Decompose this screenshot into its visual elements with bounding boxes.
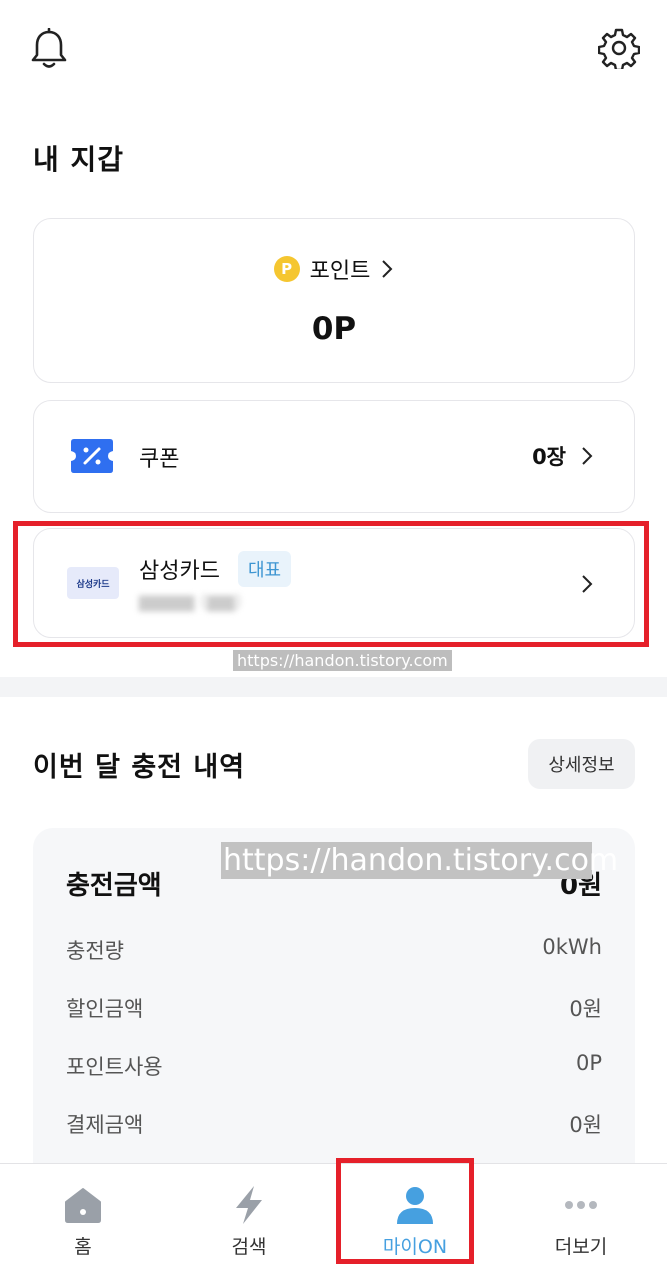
payment-card-item[interactable]: 삼성카드 삼성카드 대표 ▆▆▆▆ (▆▆)	[33, 528, 635, 638]
row-value: 0P	[575, 1051, 602, 1075]
row-label: 포인트사용	[66, 1055, 163, 1079]
section-divider	[0, 677, 667, 697]
charge-summary-panel: 충전금액 0원 충전량 0kWh 할인금액 0원 포인트사용 0P 결제금액 0…	[33, 828, 635, 1188]
gear-icon[interactable]	[598, 27, 640, 69]
chevron-right-icon	[582, 447, 593, 465]
nav-search[interactable]: 검색	[166, 1164, 332, 1277]
row-value: 0kWh	[542, 935, 602, 959]
total-label: 충전금액	[66, 871, 162, 901]
bottom-nav: 홈 검색 마이ON 더보기	[0, 1163, 667, 1277]
bell-icon[interactable]	[30, 28, 68, 70]
chevron-right-icon	[582, 575, 593, 593]
card-name: 삼성카드	[139, 559, 220, 584]
point-coin-icon: P	[273, 256, 300, 282]
points-label: 포인트	[309, 259, 371, 284]
nav-label: 더보기	[554, 1236, 608, 1258]
row-label: 할인금액	[66, 997, 144, 1021]
bolt-icon	[236, 1186, 262, 1224]
chevron-right-icon	[382, 260, 393, 278]
nav-label: 마이ON	[382, 1236, 448, 1258]
row-value: 0원	[569, 1113, 602, 1137]
detail-button[interactable]: 상세정보	[528, 739, 635, 789]
person-icon	[397, 1187, 433, 1224]
home-icon	[65, 1188, 101, 1223]
row-label: 충전량	[66, 939, 124, 963]
watermark-small: https://handon.tistory.com	[233, 650, 452, 671]
primary-badge: 대표	[238, 551, 292, 587]
coupon-label: 쿠폰	[139, 447, 180, 472]
top-bar	[0, 0, 667, 100]
more-icon	[565, 1201, 597, 1209]
coupon-icon	[71, 439, 113, 473]
coupon-card[interactable]: 쿠폰 0장	[33, 400, 635, 513]
card-number-redacted: ▆▆▆▆ (▆▆)	[139, 591, 242, 612]
nav-more[interactable]: 더보기	[498, 1164, 664, 1277]
points-row[interactable]: P 포인트	[34, 253, 634, 285]
charge-title: 이번 달 충전 내역	[33, 752, 246, 783]
row-label: 결제금액	[66, 1113, 144, 1137]
row-value: 0원	[569, 997, 602, 1021]
watermark-large: https://handon.tistory.com	[221, 842, 619, 879]
nav-label: 홈	[74, 1236, 92, 1258]
nav-label: 검색	[231, 1236, 267, 1258]
points-value: 0P	[311, 311, 357, 347]
points-card[interactable]: P 포인트 0P	[33, 218, 635, 383]
nav-my-on[interactable]: 마이ON	[332, 1164, 498, 1277]
coupon-count: 0장	[532, 445, 566, 469]
wallet-title: 내 지갑	[33, 143, 125, 176]
nav-home[interactable]: 홈	[0, 1164, 166, 1277]
card-logo: 삼성카드	[67, 567, 119, 599]
